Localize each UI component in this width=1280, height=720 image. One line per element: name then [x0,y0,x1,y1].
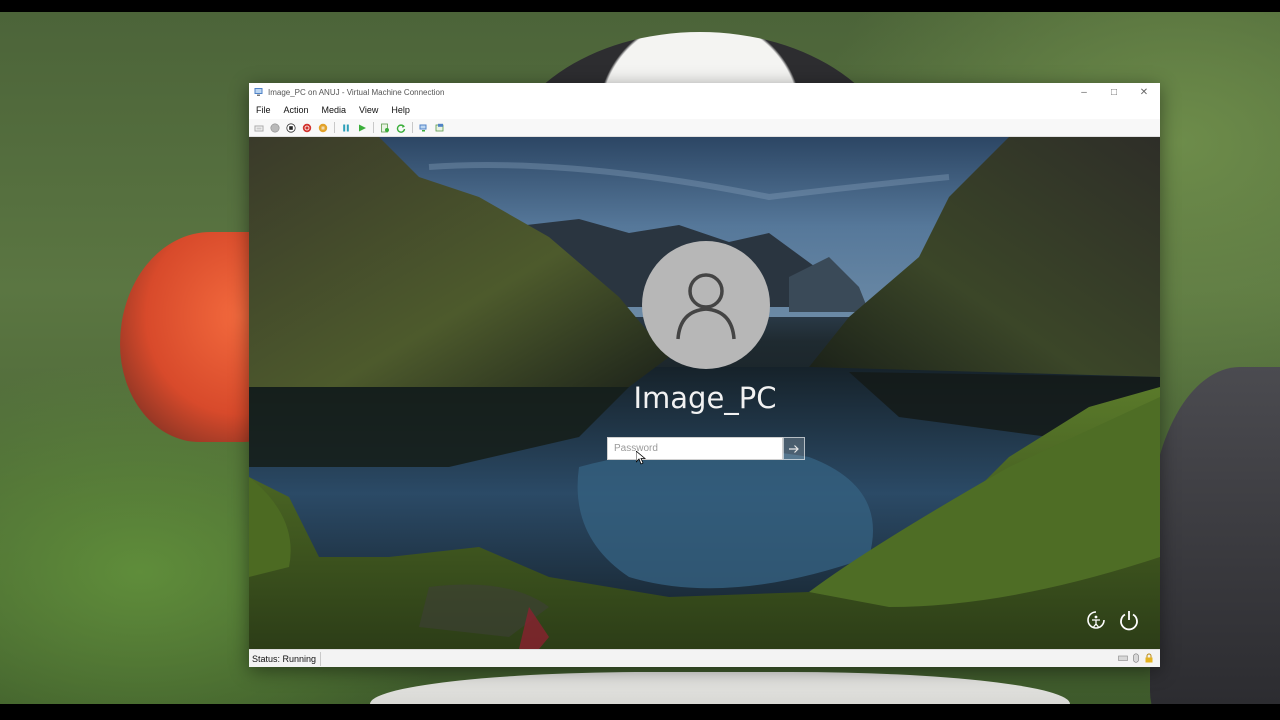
lock-icon [1145,653,1153,663]
title-bar[interactable]: Image_PC on ANUJ - Virtual Machine Conne… [249,83,1160,101]
screen-bottom-strip [0,704,1280,720]
user-avatar [642,241,770,369]
pause-icon[interactable] [341,123,351,133]
toolbar-separator [334,122,335,133]
shut-down-icon[interactable] [302,123,312,133]
password-input[interactable] [607,437,783,460]
enhanced-session-icon[interactable] [419,123,429,133]
status-icons [1118,653,1154,663]
mouse-cursor-icon [636,451,646,465]
wallpaper-puffin-body [1150,367,1280,704]
arrow-right-icon [789,444,799,453]
mouse-icon [1133,653,1139,663]
power-icon[interactable] [1118,609,1140,631]
keyboard-icon [1118,655,1128,661]
toolbar-separator [373,122,374,133]
status-bar: Status: Running [249,649,1160,667]
vm-connection-window: Image_PC on ANUJ - Virtual Machine Conne… [249,83,1160,667]
menu-bar: File Action Media View Help [249,101,1160,119]
start-icon[interactable] [270,123,280,133]
revert-icon[interactable] [396,123,406,133]
turn-off-icon[interactable] [286,122,296,133]
wallpaper-puffin-chest [370,672,1070,704]
maximize-button[interactable]: □ [1099,83,1129,101]
toolbar [249,119,1160,137]
checkpoint-icon[interactable] [380,123,390,133]
accessibility-icon[interactable] [1085,609,1107,631]
share-icon[interactable] [435,123,445,133]
menu-file[interactable]: File [256,105,271,115]
guest-lock-screen[interactable]: Image_PC [249,137,1160,649]
close-button[interactable]: ✕ [1129,83,1159,101]
save-state-icon[interactable] [318,123,328,133]
resume-icon[interactable] [357,123,367,133]
menu-help[interactable]: Help [391,105,410,115]
ctrl-alt-del-icon[interactable] [254,123,264,133]
menu-view[interactable]: View [359,105,378,115]
window-title: Image_PC on ANUJ - Virtual Machine Conne… [268,87,445,97]
minimize-button[interactable]: – [1069,83,1099,101]
user-name: Image_PC [633,381,777,415]
menu-action[interactable]: Action [284,105,309,115]
menu-media[interactable]: Media [322,105,347,115]
sign-in-submit-button[interactable] [783,437,805,460]
toolbar-separator [412,122,413,133]
user-silhouette-icon [676,273,736,340]
vm-status-text: Status: Running [249,651,322,666]
vm-connection-app-icon [254,88,263,96]
